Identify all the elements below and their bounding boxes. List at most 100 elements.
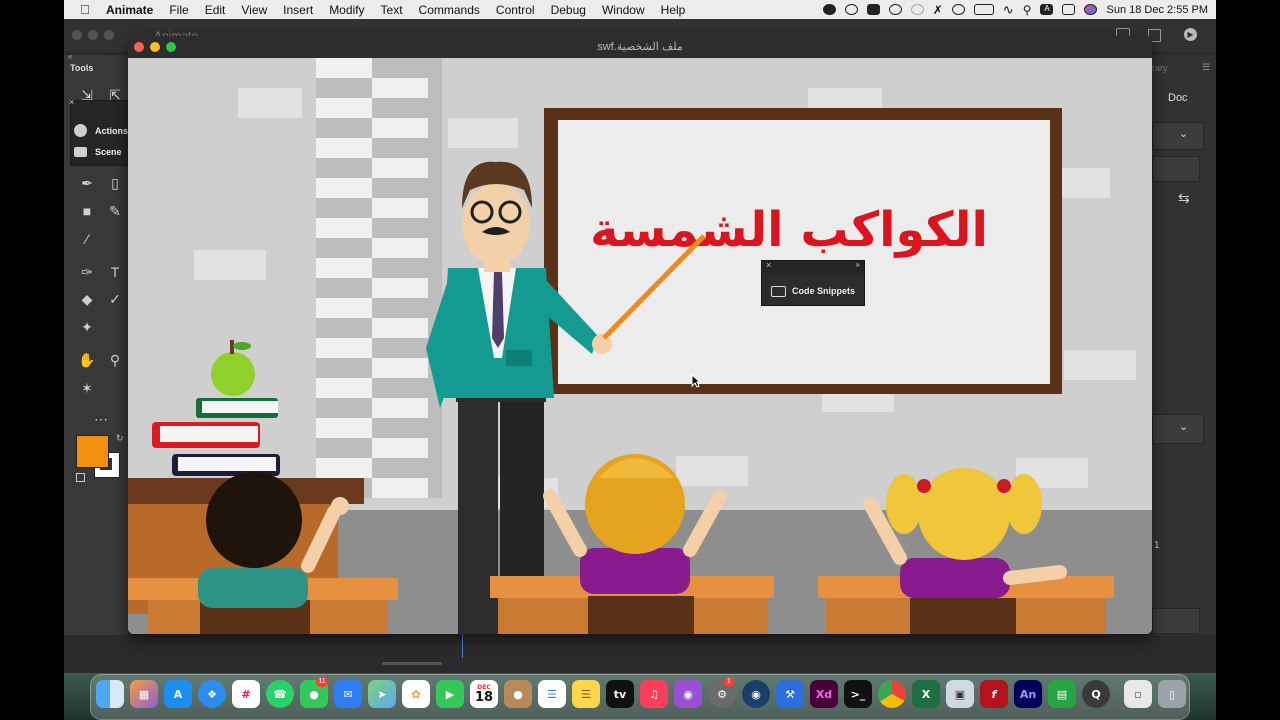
dock-adobe-xd-icon[interactable]: Xd — [810, 680, 838, 708]
brush-tool-icon[interactable]: ✒ — [78, 174, 96, 192]
animate-minimize-button[interactable] — [88, 30, 98, 40]
dock-chrome-icon[interactable] — [878, 680, 906, 708]
messages-badge: 11 — [316, 677, 328, 687]
zoom-tool-icon[interactable]: ⚲ — [106, 351, 124, 369]
dock-reminders-icon[interactable]: ☰ — [538, 680, 566, 708]
menu-file[interactable]: File — [161, 3, 196, 17]
dock-flash-icon[interactable]: f — [980, 680, 1008, 708]
wifi-icon[interactable]: ∿ — [1003, 2, 1014, 18]
dock-launchpad-icon[interactable]: ▦ — [130, 680, 158, 708]
dock-xcode-icon[interactable]: ⚒ — [776, 680, 804, 708]
bluetooth-icon[interactable]: ✗ — [933, 3, 943, 17]
board-text: الكواكب الشمسة — [590, 202, 988, 258]
bone-tool-icon[interactable]: ✶ — [78, 379, 96, 397]
dock-downloads-icon[interactable]: ▫ — [1124, 680, 1152, 708]
code-snippets-panel[interactable]: × » Code Snippets — [761, 260, 865, 306]
dock-animate-icon[interactable]: An — [1014, 680, 1042, 708]
dock-calendar-icon[interactable]: DEC 18 — [470, 680, 498, 708]
menu-insert[interactable]: Insert — [275, 3, 321, 17]
swap-colors-icon[interactable]: ↻ — [116, 433, 124, 444]
pin-tool-icon[interactable]: ✦ — [78, 318, 96, 336]
dock-slack-icon[interactable]: # — [232, 680, 260, 708]
headset-icon[interactable] — [888, 4, 902, 15]
control-center-icon[interactable] — [1062, 4, 1076, 15]
dock-safari-icon[interactable]: ❖ — [198, 680, 226, 708]
pencil-tool-icon[interactable]: ✎ — [106, 202, 124, 220]
playhead[interactable] — [462, 634, 463, 658]
frame-dropdown[interactable] — [1152, 414, 1204, 444]
dock-music-icon[interactable]: ♫ — [640, 680, 668, 708]
dock-maps-icon[interactable]: ➤ — [368, 680, 396, 708]
menu-clock[interactable]: Sun 18 Dec 2:55 PM — [1106, 4, 1208, 16]
record-icon[interactable] — [822, 4, 836, 15]
code-snippets-label[interactable]: Code Snippets — [792, 286, 855, 296]
dock-photos-icon[interactable]: ✿ — [402, 680, 430, 708]
popup-close-icon[interactable]: × — [69, 97, 74, 107]
dock-numbers-icon[interactable]: ▤ — [1048, 680, 1076, 708]
animate-close-button[interactable] — [72, 30, 82, 40]
tools-collapse-icon[interactable]: « — [68, 52, 72, 61]
menu-commands[interactable]: Commands — [411, 3, 488, 17]
dock-tv-icon[interactable]: tv — [606, 680, 634, 708]
actions-item[interactable]: Actions — [74, 124, 128, 137]
dock-screen-sharing-icon[interactable]: ◉ — [742, 680, 770, 708]
default-colors-icon[interactable] — [76, 473, 85, 482]
menu-edit[interactable]: Edit — [197, 3, 234, 17]
code-snippets-close-icon[interactable]: × — [766, 260, 771, 270]
search-icon[interactable]: ⚲ — [1023, 3, 1032, 17]
menu-bar:  Animate File Edit View Insert Modify T… — [64, 0, 1216, 19]
input-a-icon[interactable]: A — [1040, 4, 1054, 15]
swap-size-icon[interactable]: ⇆ — [1178, 190, 1190, 207]
dock-preview-icon[interactable]: ▣ — [946, 680, 974, 708]
dock-contacts-icon[interactable]: ● — [504, 680, 532, 708]
dock-terminal-icon[interactable]: >_ — [844, 680, 872, 708]
menu-window[interactable]: Window — [594, 3, 653, 17]
left-letterbox — [0, 0, 64, 720]
menu-control[interactable]: Control — [488, 3, 543, 17]
eraser-tool-icon[interactable]: ▯ — [106, 174, 124, 192]
doc-tab[interactable]: Doc — [1168, 92, 1188, 104]
dock-excel-icon[interactable]: X — [912, 680, 940, 708]
rectangle-tool-icon[interactable]: ■ — [78, 202, 96, 220]
test-movie-icon[interactable]: ▶ — [1184, 28, 1197, 41]
menu-view[interactable]: View — [233, 3, 275, 17]
dock-facetime-icon[interactable]: ▶ — [436, 680, 464, 708]
fill-color-swatch[interactable] — [76, 435, 109, 468]
siri-icon[interactable] — [1084, 4, 1098, 15]
dock-whatsapp-icon[interactable]: ☎ — [266, 680, 294, 708]
creative-cloud-icon[interactable] — [844, 4, 858, 15]
menu-modify[interactable]: Modify — [321, 3, 372, 17]
animate-zoom-button[interactable] — [104, 30, 114, 40]
scene-item[interactable]: Scene — [74, 147, 122, 157]
line-tool-icon[interactable]: ∕ — [78, 230, 96, 248]
dock-trash-icon[interactable]: ▯ — [1158, 680, 1186, 708]
eyedropper-tool-icon[interactable]: ✓ — [106, 290, 124, 308]
text-tool-icon[interactable]: T — [106, 263, 124, 281]
code-snippets-header[interactable] — [762, 261, 864, 273]
menu-app-name[interactable]: Animate — [98, 3, 161, 17]
time-machine-icon[interactable] — [951, 4, 965, 15]
pen-tool-icon[interactable]: ✑ — [78, 263, 96, 281]
menu-debug[interactable]: Debug — [543, 3, 594, 17]
more-tools-icon[interactable]: ⋯ — [92, 410, 110, 428]
menu-help[interactable]: Help — [653, 3, 694, 17]
menu-text[interactable]: Text — [373, 3, 411, 17]
battery-icon[interactable] — [973, 4, 994, 15]
doc-field[interactable] — [1152, 156, 1200, 182]
dock-quicktime-icon[interactable]: Q — [1082, 680, 1110, 708]
code-snippets-collapse-icon[interactable]: » — [856, 260, 860, 269]
library-tab[interactable]: rary — [1152, 63, 1168, 73]
props-field[interactable] — [1152, 608, 1200, 634]
apple-icon[interactable]:  — [72, 2, 98, 17]
timeline-scrollbar[interactable] — [382, 662, 442, 665]
dock-finder-icon[interactable] — [96, 680, 124, 708]
doc-dropdown[interactable] — [1152, 122, 1204, 150]
dock-notes-icon[interactable]: ☰ — [572, 680, 600, 708]
paint-bucket-tool-icon[interactable]: ◆ — [78, 290, 96, 308]
dock-mail-icon[interactable]: ✉ — [334, 680, 362, 708]
panel-menu-icon[interactable]: ☰ — [1202, 62, 1210, 73]
dock-podcasts-icon[interactable]: ◉ — [674, 680, 702, 708]
hand-tool-icon[interactable]: ✋ — [78, 351, 96, 369]
dock-app-store-icon[interactable]: A — [164, 680, 192, 708]
bi-icon[interactable] — [866, 4, 880, 15]
